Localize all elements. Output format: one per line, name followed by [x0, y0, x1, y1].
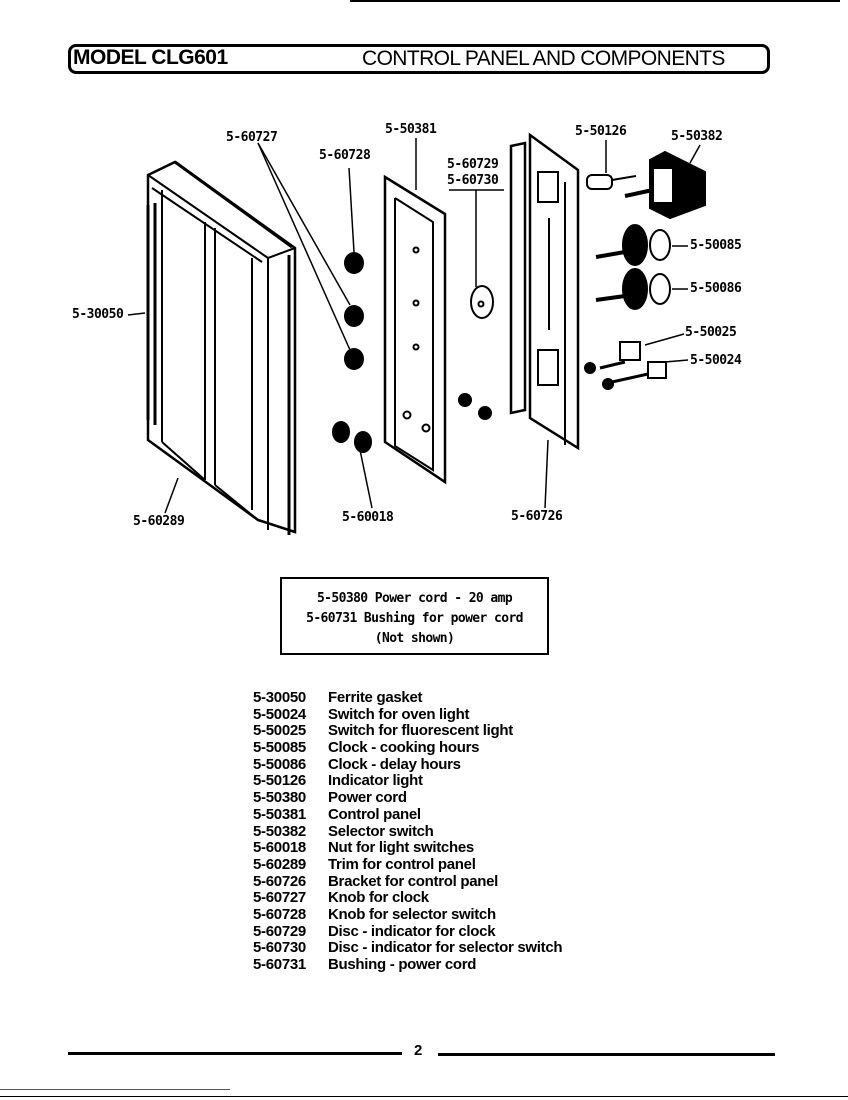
bottom-border-line [0, 1096, 848, 1097]
callout-5-60726: 5-60726 [511, 509, 563, 524]
part-number: 5-60729 [253, 922, 306, 940]
indicator-light-part [586, 174, 637, 190]
part-description: Power cord [328, 789, 407, 807]
part-description: Nut for light switches [328, 839, 474, 857]
trim-frame-part [146, 160, 297, 535]
callout-5-50024: 5-50024 [690, 353, 742, 368]
part-description: Disc - indicator for clock [328, 922, 496, 940]
part-description: Indicator light [328, 772, 423, 790]
parts-list-row: 5-50382 Selector switch [253, 822, 562, 841]
note-line-power-cord: 5-50380 Power cord - 20 amp [316, 591, 513, 606]
part-description: Clock - cooking hours [328, 739, 480, 757]
footer-rule-right [438, 1053, 775, 1056]
light-switch-parts [584, 341, 667, 390]
part-number: 5-50380 [253, 789, 306, 807]
callout-5-60289: 5-60289 [133, 514, 185, 529]
parts-list-row: 5-60729 Disc - indicator for clock [253, 922, 562, 941]
part-number: 5-60289 [253, 855, 306, 873]
parts-list-row: 5-60289 Trim for control panel [253, 855, 562, 874]
parts-list-row: 5-50380 Power cord [253, 789, 562, 807]
parts-list-row: 5-50024 Switch for oven light [253, 705, 562, 724]
callout-5-50126: 5-50126 [575, 124, 627, 139]
part-number: 5-60728 [253, 905, 306, 923]
note-line-bushing: 5-60731 Bushing for power cord [306, 611, 523, 626]
parts-list-row: 5-60728 Knob for selector switch [253, 905, 562, 924]
scan-artifact-line [0, 1089, 230, 1090]
part-number: 5-60727 [253, 889, 306, 907]
selector-switch-part [624, 150, 706, 220]
callout-5-50085: 5-50085 [690, 238, 742, 253]
parts-list-row: 5-50025 Switch for fluorescent light [253, 723, 562, 740]
part-number: 5-60726 [253, 872, 306, 890]
part-number: 5-30050 [253, 689, 306, 706]
part-number: 5-60730 [253, 939, 306, 957]
parts-list-row: 5-50126 Indicator light [253, 773, 562, 790]
parts-list-row: 5-60730 Disc - indicator for selector swi… [253, 939, 563, 957]
page-number: 2 [414, 1042, 423, 1059]
part-number: 5-50382 [253, 822, 306, 840]
part-number: 5-50381 [253, 805, 306, 823]
callout-5-50382: 5-50382 [671, 129, 723, 144]
part-number: 5-50025 [253, 722, 306, 740]
callout-5-50086: 5-50086 [690, 281, 742, 296]
callout-5-50381: 5-50381 [385, 122, 437, 137]
parts-list: 5-30050 Ferrite gasket 5-50024 Switch for … [253, 689, 563, 974]
part-description: Knob for clock [328, 889, 429, 907]
part-description: Bracket for control panel [328, 872, 499, 890]
parts-list-row: 5-60731 Bushing - power cord [253, 956, 562, 974]
callout-5-60730: 5-60730 [447, 173, 499, 188]
indicator-disc-part [458, 285, 494, 420]
part-description: Clock - delay hours [328, 755, 461, 773]
parts-list-row: 5-50381 Control panel [253, 805, 562, 824]
footer-rule-left [68, 1052, 402, 1055]
part-description: Ferrite gasket [328, 689, 423, 706]
parts-list-row: 5-50085 Clock - cooking hours [253, 739, 562, 757]
part-number: 5-60018 [253, 839, 306, 857]
callout-5-60728: 5-60728 [319, 148, 371, 163]
callout-5-60018: 5-60018 [342, 510, 394, 525]
callout-5-50025: 5-50025 [685, 325, 737, 340]
part-description: Trim for control panel [328, 855, 476, 873]
part-number: 5-50086 [253, 755, 306, 773]
callout-5-30050: 5-30050 [72, 307, 124, 322]
parts-list-row: 5-50086 Clock - delay hours [253, 755, 562, 774]
callout-5-60727: 5-60727 [226, 130, 278, 145]
part-description: Switch for oven light [328, 705, 470, 723]
not-shown-note: 5-50380 Power cord - 20 amp 5-60731 Bush… [280, 577, 549, 655]
part-description: Selector switch [328, 822, 434, 840]
part-description: Knob for selector switch [328, 905, 496, 923]
control-panel-part [383, 174, 447, 485]
bracket-part [509, 132, 580, 451]
part-description: Switch for fluorescent light [328, 722, 513, 740]
part-number: 5-50126 [253, 772, 306, 790]
part-description: Control panel [328, 805, 421, 823]
callout-5-60729: 5-60729 [447, 157, 499, 172]
knob-parts [332, 252, 372, 453]
clock-parts [595, 224, 671, 310]
part-number: 5-60731 [253, 956, 306, 973]
part-description: Disc - indicator for selector switch [328, 939, 563, 957]
parts-list-row: 5-30050 Ferrite gasket [253, 689, 562, 707]
parts-list-row: 5-60727 Knob for clock [253, 890, 562, 907]
part-number: 5-50024 [253, 705, 306, 723]
part-number: 5-50085 [253, 739, 306, 757]
part-description: Bushing - power cord [328, 956, 477, 973]
note-line-not-shown: (Not shown) [374, 631, 455, 646]
parts-list-row: 5-60018 Nut for light switches [253, 839, 562, 857]
parts-list-row: 5-60726 Bracket for control panel [253, 872, 562, 891]
